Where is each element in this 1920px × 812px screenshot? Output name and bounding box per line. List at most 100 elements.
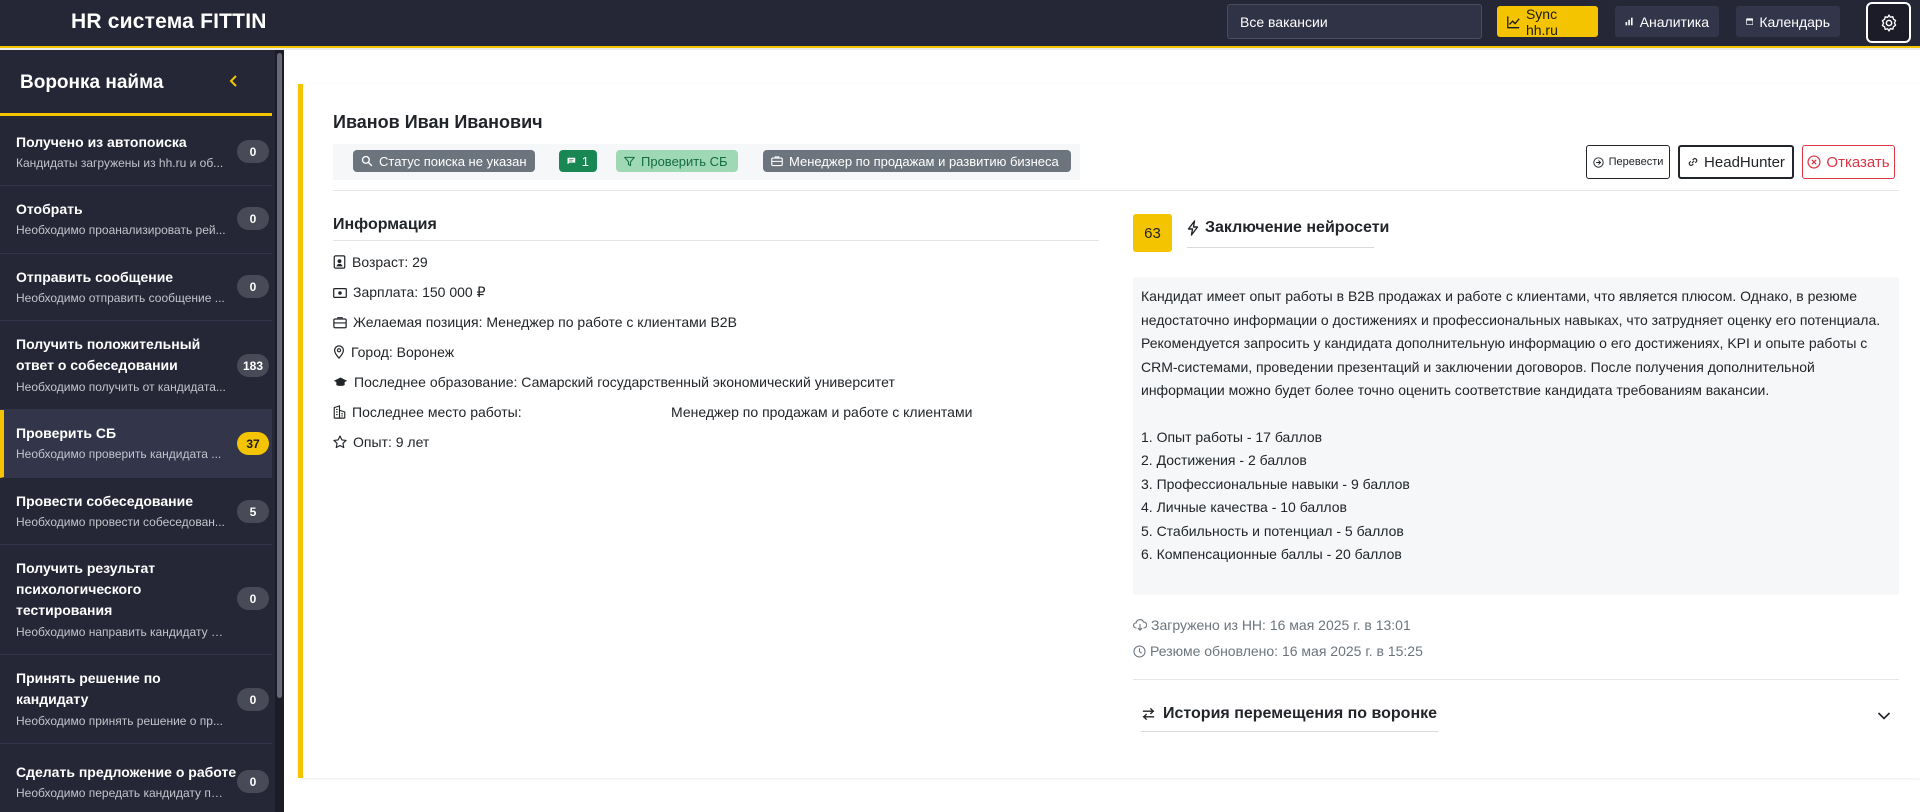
ai-score-item: 3. Профессиональные навыки - 9 баллов (1141, 475, 1410, 492)
ai-title-label: Заключение нейросети (1205, 219, 1390, 236)
sidebar-title: Воронка найма (20, 72, 164, 93)
collapse-sidebar-icon[interactable] (228, 72, 240, 93)
candidate-card: Иванов Иван Иванович Статус поиска не ук… (298, 84, 1920, 778)
sidebar-item-title: Принять решение по кандидату (16, 670, 161, 707)
reject-label: Отказать (1826, 153, 1890, 171)
count-badge: 0 (237, 140, 269, 163)
ai-summary-text: Кандидат имеет опыт работы в B2B продажа… (1141, 288, 1881, 398)
gear-icon (1881, 13, 1896, 32)
sidebar-item-decision[interactable]: Принять решение по кандидату Необходимо … (0, 655, 272, 744)
sidebar-scrollbar-thumb[interactable] (277, 53, 282, 698)
divider (1133, 679, 1899, 680)
candidate-tags: Статус поиска не указан 1 Проверить СБ М… (333, 144, 1080, 180)
sidebar-header: Воронка найма (0, 50, 272, 116)
updated-text: Резюме обновлено: 16 мая 2025 г. в 15:25 (1150, 643, 1423, 659)
reject-button[interactable]: Отказать (1802, 145, 1895, 179)
calendar-icon (1746, 18, 1754, 26)
sidebar-item-title: Проверить СБ (16, 425, 117, 441)
city-row: Город: Воронеж (333, 344, 454, 360)
divider (1141, 731, 1438, 732)
updated-meta: Резюме обновлено: 16 мая 2025 г. в 15:25 (1133, 643, 1423, 659)
funnel-history-title: История перемещения по воронке (1163, 705, 1438, 722)
candidate-name: Иванов Иван Иванович (333, 112, 543, 132)
desired-position-value: Желаемая позиция: Менеджер по работе с к… (353, 314, 737, 330)
stage-tag: Проверить СБ (616, 150, 738, 172)
arrows-left-right-icon (1142, 707, 1155, 721)
position-tag: Менеджер по продажам и развитию бизнеса (763, 150, 1071, 172)
divider (333, 190, 1899, 191)
ai-score-item: 4. Личные качества - 10 баллов (1141, 499, 1347, 515)
sidebar-item-send-message[interactable]: Отправить сообщение Необходимо отправить… (0, 254, 272, 321)
settings-button[interactable] (1866, 2, 1911, 43)
headhunter-link-button[interactable]: HeadHunter (1678, 145, 1794, 179)
lightning-icon (1187, 220, 1199, 236)
analytics-button[interactable]: Аналитика (1615, 6, 1719, 37)
sidebar-item-psych-test[interactable]: Получить результат психологического тест… (0, 545, 272, 655)
sidebar-item-interview[interactable]: Провести собеседование Необходимо провес… (0, 478, 272, 545)
x-circle-icon (1807, 155, 1821, 169)
translate-button[interactable]: Перевести (1586, 145, 1670, 179)
comments-tag[interactable]: 1 (559, 150, 597, 172)
top-bar: HR система FITTIN Все вакансии Sync hh.r… (0, 0, 1920, 48)
sidebar-item-title: Отправить сообщение (16, 269, 174, 285)
search-status-tag: Статус поиска не указан (353, 150, 535, 172)
cloud-download-icon (1133, 619, 1147, 631)
salary-row: Зарплата: 150 000 ₽ (333, 284, 485, 301)
ai-score-list: 1. Опыт работы - 17 баллов 2. Достижения… (1141, 426, 1891, 567)
chevron-down-icon[interactable] (1877, 708, 1891, 726)
sidebar-item-desc: Необходимо направить кандидату с... (16, 625, 226, 639)
age-value: Возраст: 29 (352, 254, 428, 270)
clock-icon (1133, 644, 1146, 658)
sidebar-item-positive-answer[interactable]: Получить положительный ответ о собеседов… (0, 321, 272, 410)
ai-score-badge: 63 (1133, 214, 1172, 252)
building-icon (333, 405, 346, 419)
sidebar-item-job-offer[interactable]: Сделать предложение о работе Необходимо … (0, 744, 272, 812)
briefcase-icon (333, 316, 347, 328)
divider (333, 240, 1099, 241)
info-section-title: Информация (333, 216, 437, 233)
ai-score-item: 1. Опыт работы - 17 баллов (1141, 428, 1323, 445)
count-badge: 0 (237, 275, 269, 298)
sidebar-item-desc: Необходимо получить от кандидата... (16, 380, 226, 394)
funnel-history-toggle[interactable]: История перемещения по воронке (1141, 705, 1437, 723)
bar-chart-icon (1625, 17, 1633, 26)
last-work-row: Последнее место работы: (333, 404, 522, 420)
sidebar-item-autosearch[interactable]: Получено из автопоиска Кандидаты загруже… (0, 119, 272, 186)
education-value: Последнее образование: Самарский государ… (354, 374, 895, 390)
divider (1187, 247, 1374, 248)
count-badge: 183 (237, 354, 269, 377)
star-icon (333, 435, 347, 449)
ai-score-item: 2. Достижения - 2 баллов (1141, 452, 1307, 468)
location-pin-icon (334, 345, 344, 359)
calendar-button[interactable]: Календарь (1736, 6, 1840, 37)
ai-conclusion-box: Кандидат имеет опыт работы в B2B продажа… (1133, 277, 1899, 595)
count-badge: 5 (237, 500, 269, 523)
comment-icon (567, 157, 576, 165)
sidebar-item-title: Отобрать (16, 201, 83, 217)
count-badge: 0 (237, 770, 269, 793)
cash-icon (333, 287, 347, 298)
sidebar-item-select[interactable]: Отобрать Необходимо проанализировать рей… (0, 186, 272, 254)
chart-line-icon (1507, 15, 1520, 28)
salary-value: Зарплата: 150 000 ₽ (353, 284, 486, 300)
sidebar-item-title: Провести собеседование (16, 493, 193, 509)
count-badge: 0 (237, 207, 269, 230)
sync-hh-label: Sync hh.ru (1525, 5, 1558, 38)
loaded-text: Загружено из HH: 16 мая 2025 г. в 13:01 (1151, 617, 1411, 633)
count-badge: 37 (237, 432, 269, 455)
funnel-sidebar: Воронка найма Получено из автопоиска Кан… (0, 50, 284, 812)
sync-hh-button[interactable]: Sync hh.ru (1497, 5, 1598, 38)
arrow-right-circle-icon (1592, 156, 1604, 168)
position-label: Менеджер по продажам и развитию бизнеса (789, 153, 1059, 169)
sidebar-item-security-check[interactable]: Проверить СБ Необходимо проверить кандид… (0, 410, 272, 478)
translate-label: Перевести (1608, 156, 1664, 168)
ai-score-item: 6. Компенсационные баллы - 20 баллов (1141, 546, 1402, 562)
experience-value: Опыт: 9 лет (353, 434, 430, 450)
graduation-cap-icon (333, 377, 348, 386)
filter-icon (624, 156, 635, 166)
age-row: Возраст: 29 (333, 254, 428, 270)
vacancy-select[interactable]: Все вакансии (1227, 4, 1482, 39)
sidebar-item-title: Получено из автопоиска (16, 134, 187, 150)
sidebar-item-desc: Кандидаты загружены из hh.ru и об... (16, 156, 224, 170)
calendar-label: Календарь (1759, 13, 1830, 30)
